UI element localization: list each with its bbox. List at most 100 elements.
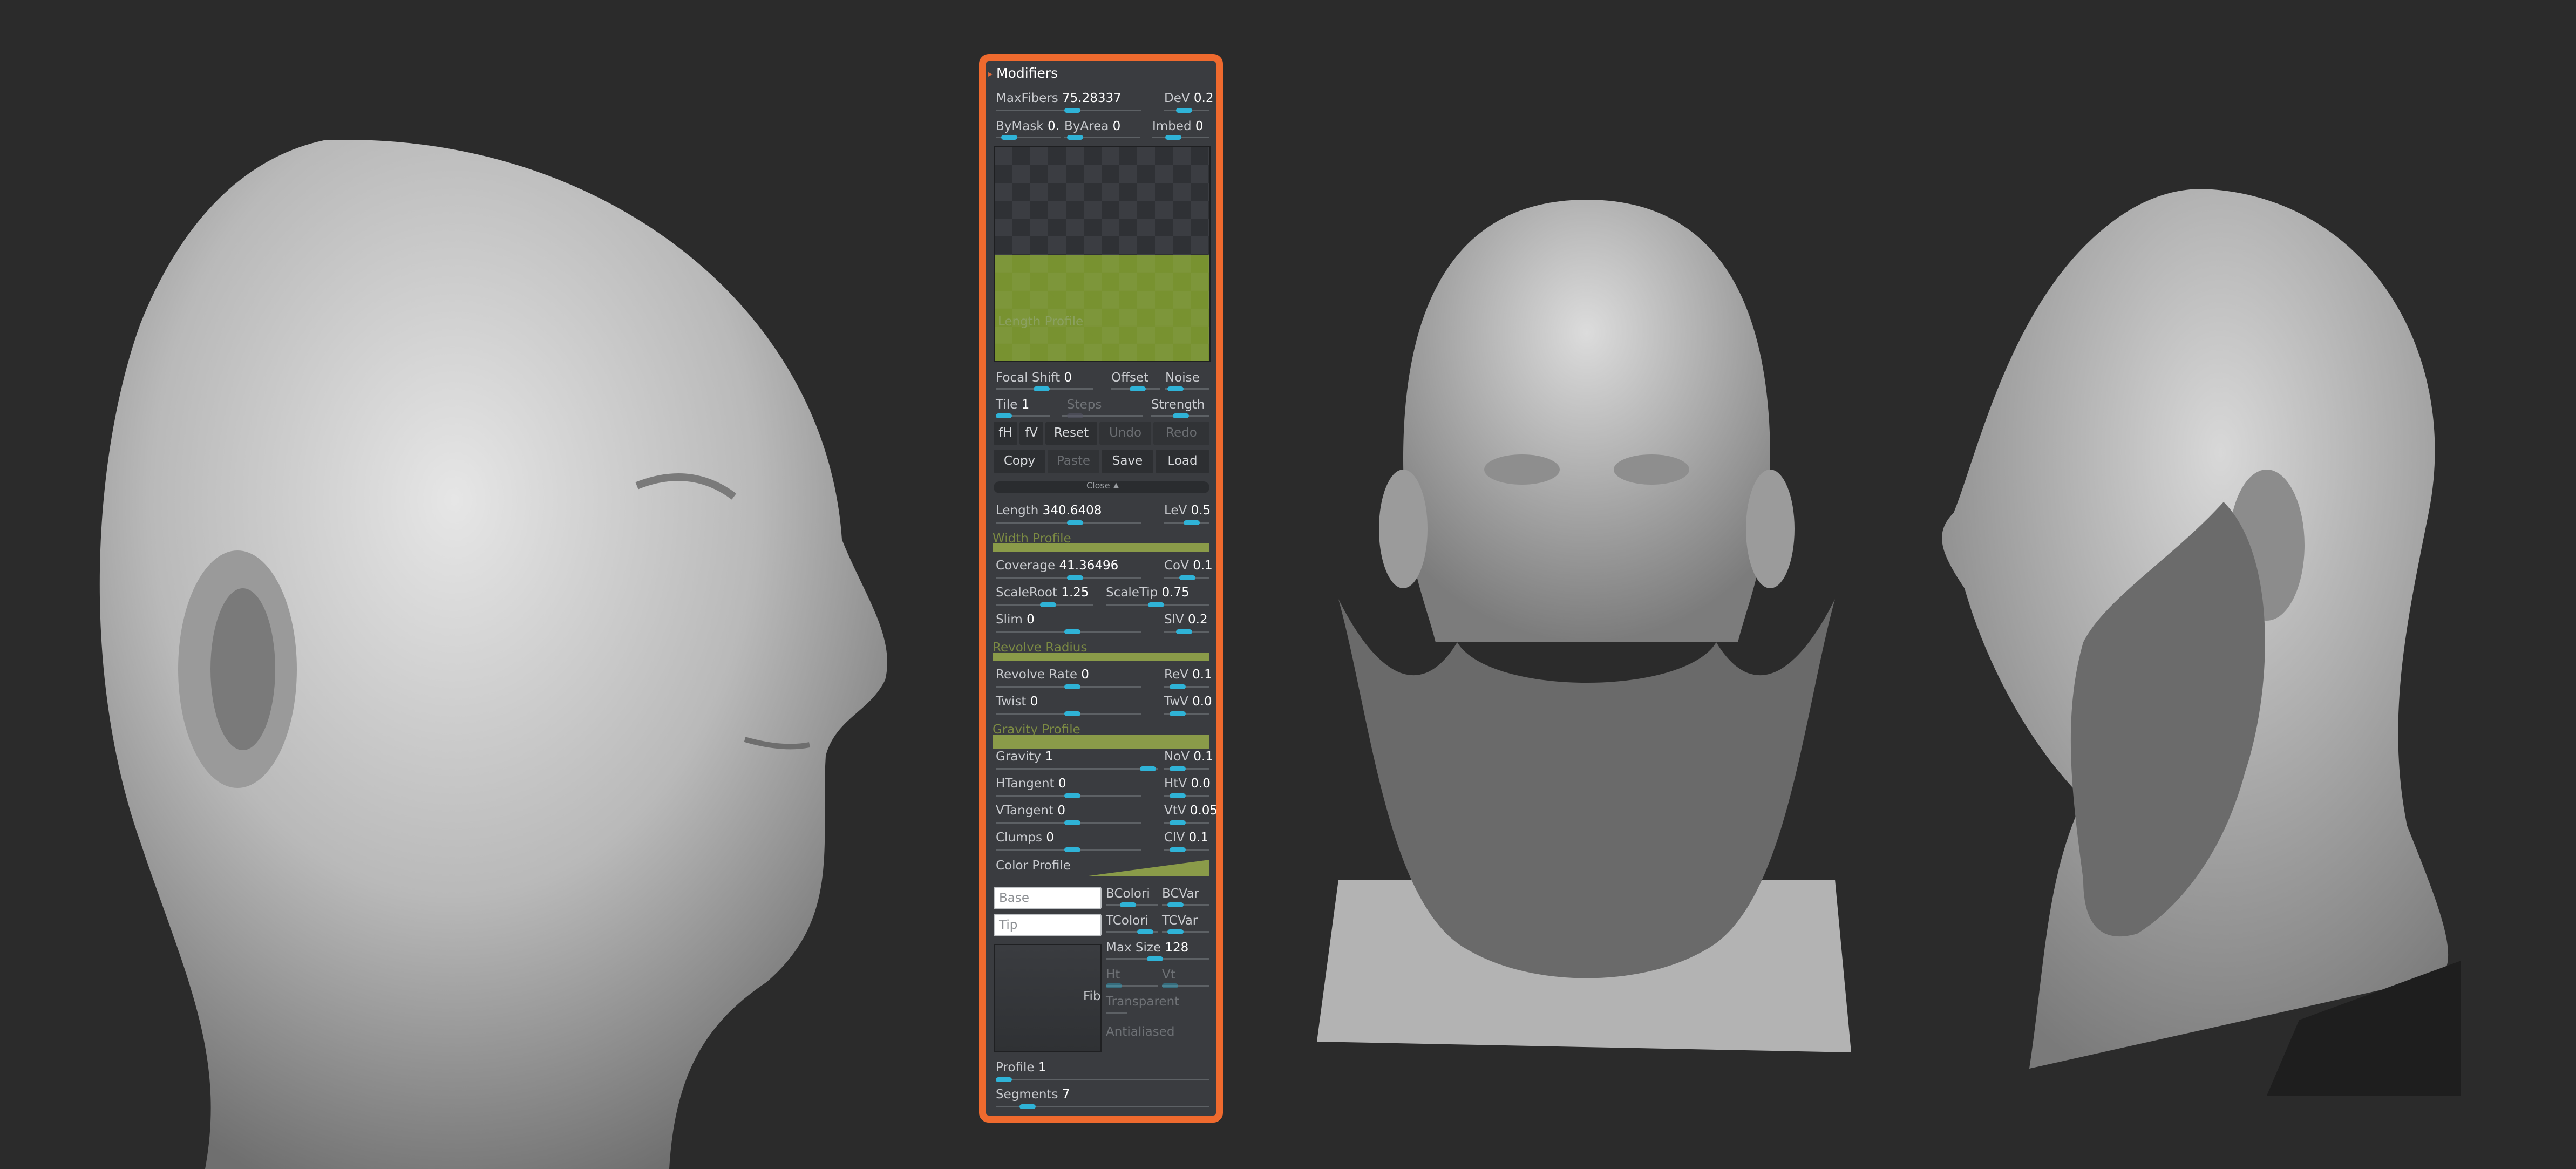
vtangent-slider-knob[interactable] bbox=[1064, 820, 1080, 825]
length-profile-curve-editor[interactable]: Length Profile bbox=[994, 146, 1211, 362]
lev-label[interactable]: LeV 0.5 bbox=[1164, 504, 1211, 518]
paste-button[interactable]: Paste bbox=[1048, 450, 1099, 473]
tip-color-field[interactable]: Tip bbox=[994, 914, 1102, 936]
twv-label[interactable]: TwV 0.0 bbox=[1164, 695, 1212, 709]
flip-v-button[interactable]: fV bbox=[1019, 422, 1043, 445]
tcolor-slider-knob[interactable] bbox=[1137, 929, 1153, 934]
noise-slider-knob[interactable] bbox=[1167, 386, 1184, 391]
htangent-slider-knob[interactable] bbox=[1064, 793, 1080, 798]
base-color-field[interactable]: Base bbox=[994, 887, 1102, 909]
bymask-label[interactable]: ByMask 0. bbox=[996, 119, 1059, 133]
gravity-label[interactable]: Gravity 1 bbox=[996, 750, 1053, 764]
scaletip-label[interactable]: ScaleTip 0.75 bbox=[1106, 586, 1190, 600]
width-profile-curve[interactable] bbox=[993, 543, 1209, 552]
slv-slider-knob[interactable] bbox=[1176, 629, 1192, 634]
rev-slider-knob[interactable] bbox=[1170, 684, 1186, 689]
length-label[interactable]: Length 340.6408 bbox=[996, 504, 1102, 518]
scaleroot-label[interactable]: ScaleRoot 1.25 bbox=[996, 586, 1089, 600]
reset-button[interactable]: Reset bbox=[1045, 422, 1097, 445]
palette-collapse-arrow-icon[interactable]: ▸ bbox=[988, 69, 993, 79]
revolve-rate-label[interactable]: Revolve Rate 0 bbox=[996, 668, 1089, 682]
palette-title[interactable]: Modifiers bbox=[996, 65, 1058, 81]
focal-shift-label[interactable]: Focal Shift 0 bbox=[996, 371, 1072, 385]
profile-slider-knob[interactable] bbox=[996, 1077, 1012, 1082]
profile-label[interactable]: Profile 1 bbox=[996, 1061, 1046, 1075]
rev-label[interactable]: ReV 0.1 bbox=[1164, 668, 1212, 682]
tcolor-label[interactable]: TColori bbox=[1106, 914, 1148, 928]
coverage-label[interactable]: Coverage 41.36496 bbox=[996, 559, 1118, 573]
bcolor-label[interactable]: BColori bbox=[1106, 887, 1150, 901]
color-profile-label[interactable]: Color Profile bbox=[996, 859, 1071, 873]
clumps-label[interactable]: Clumps 0 bbox=[996, 831, 1054, 845]
nov-label[interactable]: NoV 0.1 bbox=[1164, 750, 1213, 764]
bcolor-slider-knob[interactable] bbox=[1120, 902, 1136, 907]
lev-slider-knob[interactable] bbox=[1184, 520, 1200, 525]
twist-slider-knob[interactable] bbox=[1064, 711, 1080, 716]
htangent-label[interactable]: HTangent 0 bbox=[996, 777, 1066, 791]
redo-button[interactable]: Redo bbox=[1153, 422, 1209, 445]
segments-label[interactable]: Segments 7 bbox=[996, 1088, 1070, 1102]
clumps-slider-knob[interactable] bbox=[1064, 847, 1080, 852]
gravity-slider-knob[interactable] bbox=[1140, 766, 1156, 771]
tcvar-slider-knob[interactable] bbox=[1167, 929, 1184, 934]
cov-label[interactable]: CoV 0.1 bbox=[1164, 559, 1213, 573]
noise-label[interactable]: Noise bbox=[1165, 371, 1200, 385]
byarea-label[interactable]: ByArea 0 bbox=[1064, 119, 1120, 133]
transparent-toggle[interactable]: Transparent bbox=[1106, 995, 1179, 1009]
htv-label[interactable]: HtV 0.0 bbox=[1164, 777, 1211, 791]
bymask-slider-knob[interactable] bbox=[1001, 135, 1017, 140]
focal-shift-slider-knob[interactable] bbox=[1034, 386, 1050, 391]
clv-label[interactable]: ClV 0.1 bbox=[1164, 831, 1208, 845]
revolve-rate-slider-knob[interactable] bbox=[1064, 684, 1080, 689]
slv-label[interactable]: SlV 0.2 bbox=[1164, 613, 1208, 627]
scaletip-slider-knob[interactable] bbox=[1148, 602, 1164, 607]
max-size-slider-knob[interactable] bbox=[1147, 956, 1163, 961]
dev-slider-knob[interactable] bbox=[1176, 108, 1192, 113]
offset-slider-knob[interactable] bbox=[1130, 386, 1146, 391]
scaleroot-slider-knob[interactable] bbox=[1040, 602, 1056, 607]
clv-slider-knob[interactable] bbox=[1170, 847, 1186, 852]
bcvar-slider-knob[interactable] bbox=[1167, 902, 1184, 907]
strength-label[interactable]: Strength bbox=[1151, 398, 1205, 412]
vtangent-label[interactable]: VTangent 0 bbox=[996, 804, 1065, 818]
vt-slider-knob bbox=[1162, 983, 1178, 988]
maxfibers-slider-knob[interactable] bbox=[1064, 108, 1080, 113]
copy-button[interactable]: Copy bbox=[994, 450, 1045, 473]
strength-slider-knob[interactable] bbox=[1173, 413, 1189, 418]
dev-label[interactable]: DeV 0.2 bbox=[1164, 91, 1214, 105]
gravity-slider[interactable] bbox=[996, 768, 1158, 770]
flip-h-button[interactable]: fH bbox=[994, 422, 1017, 445]
vtv-slider-knob[interactable] bbox=[1170, 820, 1186, 825]
load-button[interactable]: Load bbox=[1156, 450, 1209, 473]
tile-label[interactable]: Tile 1 bbox=[996, 398, 1029, 412]
revolve-radius-curve[interactable] bbox=[993, 653, 1209, 661]
twv-slider-knob[interactable] bbox=[1170, 711, 1186, 716]
curve-close-bar[interactable]: Close ▲ bbox=[994, 480, 1209, 493]
cov-slider-knob[interactable] bbox=[1179, 575, 1195, 580]
offset-label[interactable]: Offset bbox=[1111, 371, 1148, 385]
coverage-slider-knob[interactable] bbox=[1067, 575, 1083, 580]
max-size-label[interactable]: Max Size 128 bbox=[1106, 941, 1188, 955]
profile-slider[interactable] bbox=[996, 1079, 1209, 1080]
imbed-label[interactable]: Imbed 0 bbox=[1152, 119, 1204, 133]
color-profile-curve[interactable] bbox=[1089, 859, 1209, 876]
save-button[interactable]: Save bbox=[1102, 450, 1153, 473]
htv-slider-knob[interactable] bbox=[1170, 793, 1186, 798]
vtv-label[interactable]: VtV 0.05 bbox=[1164, 804, 1216, 818]
imbed-slider-knob[interactable] bbox=[1165, 135, 1181, 140]
tcvar-label[interactable]: TCVar bbox=[1162, 914, 1198, 928]
fiber-texture-preview[interactable]: Fib bbox=[994, 944, 1102, 1052]
length-slider-knob[interactable] bbox=[1067, 520, 1083, 525]
slim-label[interactable]: Slim 0 bbox=[996, 613, 1035, 627]
antialiased-toggle[interactable]: Antialiased bbox=[1106, 1025, 1174, 1039]
byarea-slider-knob[interactable] bbox=[1067, 135, 1083, 140]
segments-slider-knob[interactable] bbox=[1019, 1104, 1036, 1109]
maxfibers-label[interactable]: MaxFibers 75.28337 bbox=[996, 91, 1122, 105]
twist-label[interactable]: Twist 0 bbox=[996, 695, 1038, 709]
nov-slider-knob[interactable] bbox=[1170, 766, 1186, 771]
bcvar-label[interactable]: BCVar bbox=[1162, 887, 1199, 901]
undo-button[interactable]: Undo bbox=[1099, 422, 1151, 445]
gravity-profile-curve[interactable] bbox=[993, 735, 1209, 749]
tile-slider-knob[interactable] bbox=[996, 413, 1012, 418]
slim-slider-knob[interactable] bbox=[1064, 629, 1080, 634]
